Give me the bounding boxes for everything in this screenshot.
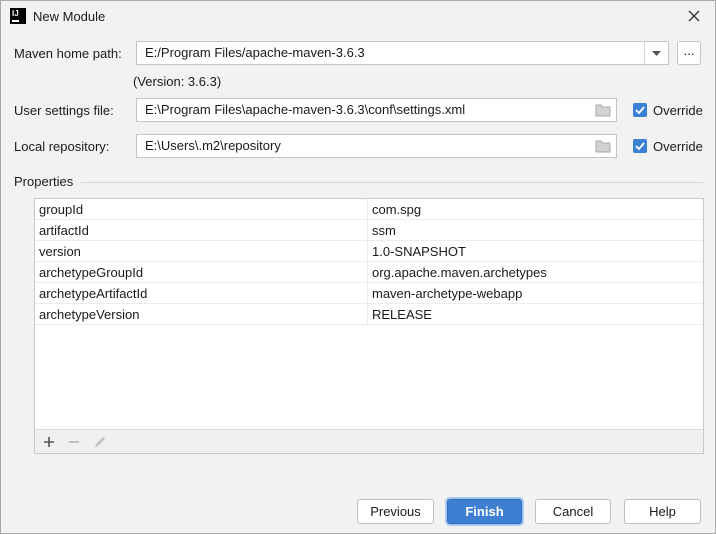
folder-icon[interactable] bbox=[595, 139, 611, 153]
previous-label: Previous bbox=[370, 504, 421, 519]
cancel-label: Cancel bbox=[552, 504, 594, 519]
section-divider bbox=[81, 182, 703, 183]
cancel-button[interactable]: Cancel bbox=[535, 499, 611, 524]
browse-label: ... bbox=[683, 43, 695, 58]
add-icon bbox=[44, 437, 54, 447]
maven-home-value: E:/Program Files/apache-maven-3.6.3 bbox=[145, 45, 365, 60]
property-value: RELEASE bbox=[372, 307, 432, 322]
remove-property-button[interactable] bbox=[66, 434, 82, 450]
user-settings-field[interactable]: E:\Program Files\apache-maven-3.6.3\conf… bbox=[136, 98, 617, 122]
close-button[interactable] bbox=[682, 5, 706, 27]
user-settings-label: User settings file: bbox=[14, 103, 114, 118]
check-icon bbox=[635, 142, 645, 151]
local-repository-field[interactable]: E:\Users\.m2\repository bbox=[136, 134, 617, 158]
table-row[interactable]: archetypeVersion RELEASE bbox=[35, 304, 703, 325]
user-settings-override-checkbox[interactable] bbox=[633, 103, 647, 117]
properties-table: groupId com.spg artifactId ssm version 1… bbox=[34, 198, 704, 454]
maven-version-text: (Version: 3.6.3) bbox=[133, 74, 222, 89]
help-label: Help bbox=[649, 504, 676, 519]
window-title: New Module bbox=[33, 9, 106, 24]
browse-maven-home-button[interactable]: ... bbox=[677, 41, 701, 65]
table-row[interactable]: archetypeGroupId org.apache.maven.archet… bbox=[35, 262, 703, 283]
property-value: 1.0-SNAPSHOT bbox=[372, 244, 466, 259]
table-row[interactable]: archetypeArtifactId maven-archetype-weba… bbox=[35, 283, 703, 304]
property-value: maven-archetype-webapp bbox=[372, 286, 523, 301]
properties-section-title: Properties bbox=[14, 174, 74, 189]
finish-label: Finish bbox=[465, 504, 504, 519]
remove-icon bbox=[69, 441, 79, 443]
property-key: groupId bbox=[39, 202, 84, 217]
app-icon-text: IJ bbox=[12, 9, 19, 18]
close-icon bbox=[688, 10, 700, 22]
user-settings-override-label: Override bbox=[653, 103, 703, 118]
property-value: ssm bbox=[372, 223, 396, 238]
new-module-dialog: IJ New Module Maven home path: E:/Progra… bbox=[0, 0, 716, 534]
maven-home-dropdown-button[interactable] bbox=[644, 42, 668, 64]
help-button[interactable]: Help bbox=[624, 499, 701, 524]
property-key: version bbox=[39, 244, 81, 259]
finish-button[interactable]: Finish bbox=[447, 499, 522, 524]
edit-icon bbox=[95, 437, 105, 447]
property-key: archetypeGroupId bbox=[39, 265, 144, 280]
table-row[interactable]: artifactId ssm bbox=[35, 220, 703, 241]
edit-property-button[interactable] bbox=[92, 434, 108, 450]
local-repository-value: E:\Users\.m2\repository bbox=[145, 138, 281, 153]
property-value: com.spg bbox=[372, 202, 422, 217]
chevron-down-icon bbox=[652, 51, 661, 56]
add-property-button[interactable] bbox=[41, 434, 57, 450]
intellij-app-icon: IJ bbox=[10, 8, 26, 24]
title-bar: IJ New Module bbox=[1, 1, 715, 32]
check-icon bbox=[635, 106, 645, 115]
property-key: archetypeArtifactId bbox=[39, 286, 148, 301]
user-settings-value: E:\Program Files\apache-maven-3.6.3\conf… bbox=[145, 102, 466, 117]
local-repository-label: Local repository: bbox=[14, 139, 110, 154]
maven-home-label: Maven home path: bbox=[14, 46, 122, 61]
local-repository-override-checkbox[interactable] bbox=[633, 139, 647, 153]
property-key: archetypeVersion bbox=[39, 307, 140, 322]
property-key: artifactId bbox=[39, 223, 89, 238]
previous-button[interactable]: Previous bbox=[357, 499, 434, 524]
table-row[interactable]: groupId com.spg bbox=[35, 199, 703, 220]
property-value: org.apache.maven.archetypes bbox=[372, 265, 547, 280]
properties-toolbar bbox=[35, 429, 703, 453]
maven-home-combobox[interactable]: E:/Program Files/apache-maven-3.6.3 bbox=[136, 41, 669, 65]
table-row[interactable]: version 1.0-SNAPSHOT bbox=[35, 241, 703, 262]
local-repository-override-label: Override bbox=[653, 139, 703, 154]
folder-icon[interactable] bbox=[595, 103, 611, 117]
